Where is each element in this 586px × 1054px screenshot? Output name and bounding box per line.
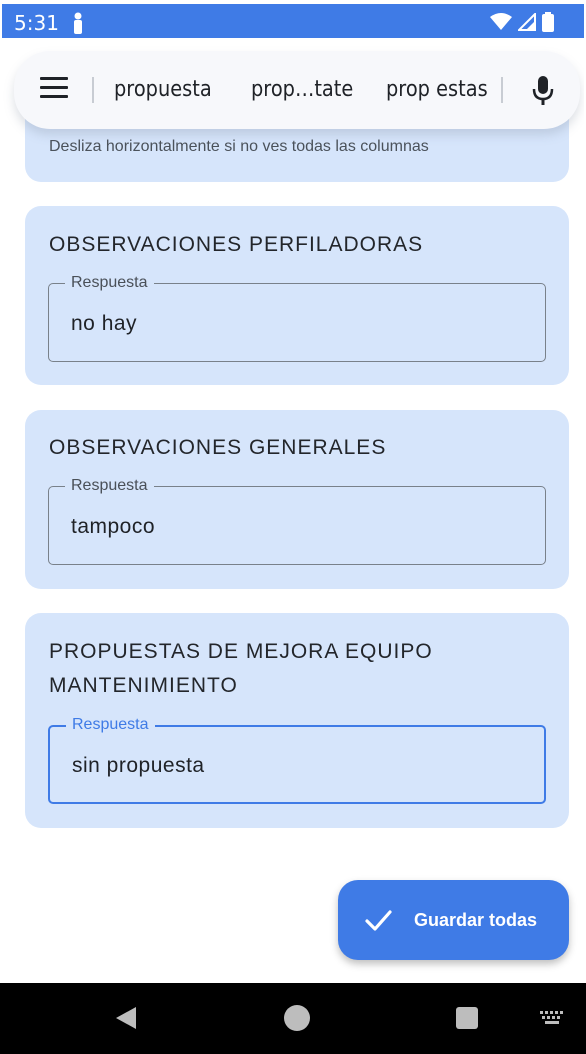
field-value: sin propuesta: [72, 754, 205, 777]
microphone-icon[interactable]: [530, 75, 556, 107]
field-value: tampoco: [71, 515, 156, 538]
field-label: Respuesta: [65, 274, 154, 292]
info-text: Desliza horizontalmente si no ves todas …: [49, 138, 429, 155]
recent-apps-icon[interactable]: [456, 1007, 478, 1029]
divider: [92, 77, 94, 103]
divider: [501, 77, 503, 103]
status-icons: [490, 12, 554, 32]
suggestion-item[interactable]: propuesta: [114, 77, 212, 102]
question-card-generales: OBSERVACIONES GENERALES Respuesta tampoc…: [25, 410, 569, 589]
suggestion-item[interactable]: prop…tate: [251, 77, 353, 102]
question-title: OBSERVACIONES PERFILADORAS: [49, 233, 424, 256]
question-title: OBSERVACIONES GENERALES: [49, 436, 387, 459]
status-bar: 5:31: [2, 4, 584, 38]
keyboard-switch-icon[interactable]: [540, 1011, 564, 1025]
response-field[interactable]: Respuesta sin propuesta: [48, 716, 546, 804]
keyboard-menu-icon[interactable]: [40, 77, 68, 101]
wifi-icon: [490, 13, 512, 30]
question-title-line2: MANTENIMIENTO: [49, 674, 238, 697]
person-icon: [74, 12, 82, 34]
field-label: Respuesta: [66, 716, 155, 734]
field-label: Respuesta: [65, 477, 154, 495]
save-all-button[interactable]: Guardar todas: [338, 880, 569, 960]
system-navigation-bar: [0, 983, 586, 1054]
field-value: no hay: [71, 312, 138, 335]
cellular-signal-icon: [518, 13, 536, 31]
response-field[interactable]: Respuesta tampoco: [48, 477, 546, 565]
question-card-propuestas: PROPUESTAS DE MEJORA EQUIPO MANTENIMIENT…: [25, 613, 569, 828]
app-content: Desliza horizontalmente si no ves todas …: [2, 38, 584, 983]
home-icon[interactable]: [284, 1005, 310, 1031]
battery-icon: [542, 12, 554, 32]
keyboard-suggestion-bar: propuesta prop…tate prop estas: [14, 51, 580, 129]
status-time: 5:31: [14, 11, 59, 35]
question-title-line1: PROPUESTAS DE MEJORA EQUIPO: [49, 640, 433, 663]
save-all-label: Guardar todas: [414, 910, 538, 930]
question-card-perfiladoras: OBSERVACIONES PERFILADORAS Respuesta no …: [25, 206, 569, 385]
response-field[interactable]: Respuesta no hay: [48, 274, 546, 362]
back-icon[interactable]: [114, 1005, 138, 1031]
suggestion-item[interactable]: prop estas: [386, 77, 488, 102]
check-icon: [365, 910, 392, 931]
